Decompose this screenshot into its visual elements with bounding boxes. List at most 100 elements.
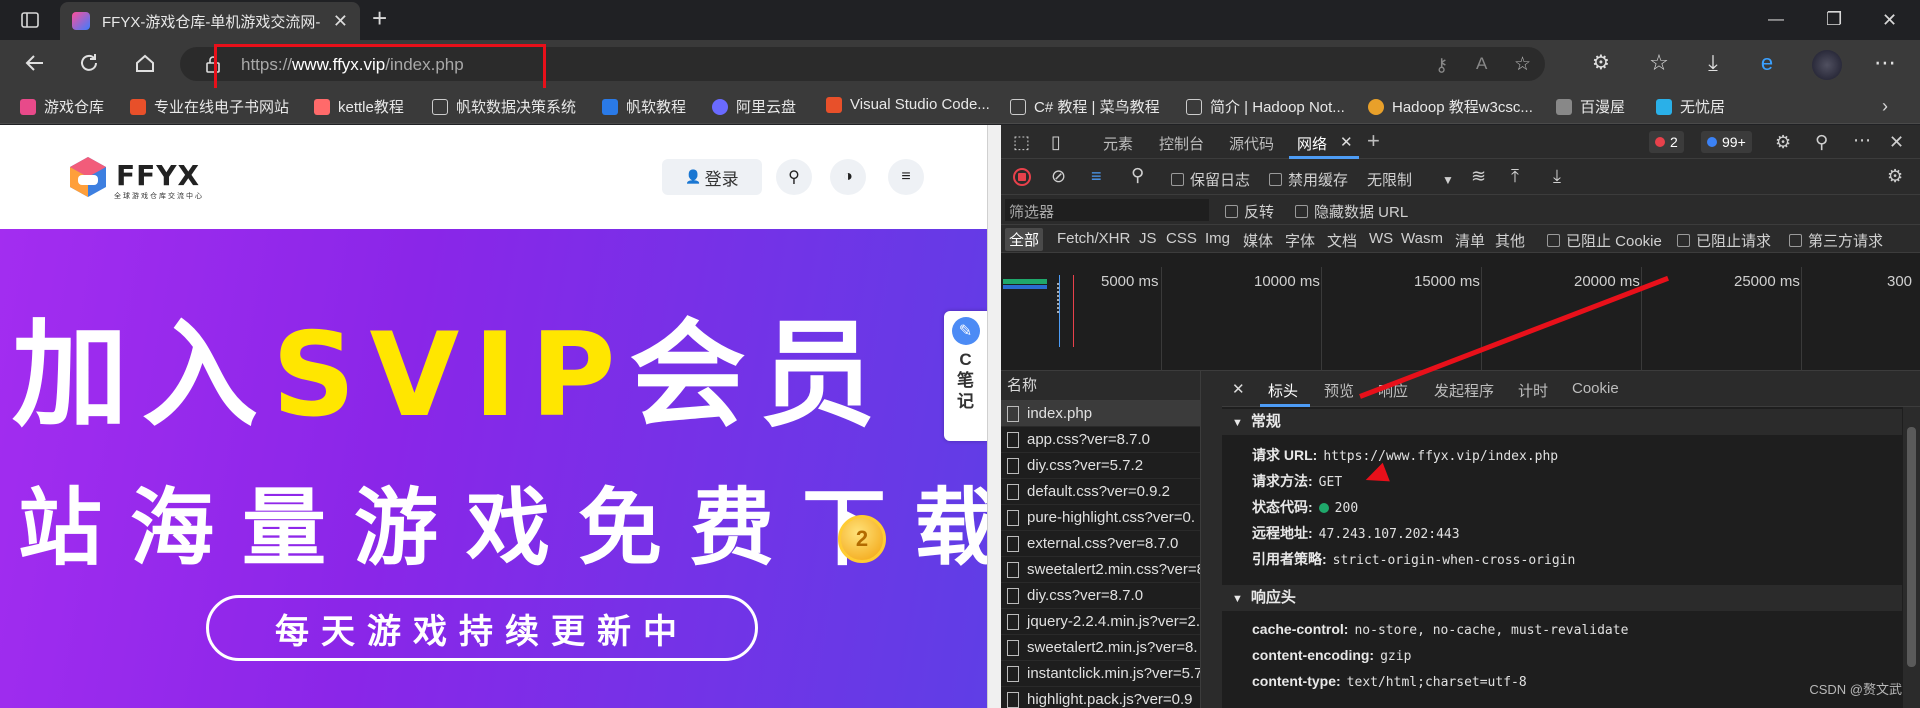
name-column-header[interactable]: 名称 [1001,371,1200,401]
device-emulation-icon[interactable]: ▯ [1051,133,1061,151]
request-row[interactable]: default.css?ver=0.9.2 [1001,479,1200,505]
filter-icon[interactable]: ≡ [1091,167,1102,185]
type-img[interactable]: Img [1205,230,1230,247]
message-count-badge[interactable]: 99+ [1701,131,1752,153]
bookmark-item[interactable]: 专业在线电子书网站 [130,96,289,117]
response-headers-section-header[interactable]: ▼ 响应头 [1222,585,1902,611]
request-row[interactable]: sweetalert2.min.js?ver=8. [1001,635,1200,661]
read-aloud-icon[interactable]: A [1476,54,1487,74]
detail-close-icon[interactable]: ✕ [1232,380,1245,398]
blocked-requests-checkbox[interactable]: 已阻止请求 [1677,230,1771,251]
type-font[interactable]: 字体 [1285,230,1315,251]
network-settings-icon[interactable]: ⚙ [1887,167,1903,185]
type-other[interactable]: 其他 [1495,230,1525,251]
hide-data-url-checkbox[interactable]: 隐藏数据 URL [1295,201,1408,222]
menu-button[interactable]: ≡ [888,159,924,195]
network-conditions-icon[interactable]: ≋ [1471,167,1486,185]
tab-preview[interactable]: 预览 [1324,380,1354,401]
bookmark-item[interactable]: 帆软数据决策系统 [432,96,576,117]
login-button[interactable]: 👤 登录 [662,159,762,195]
type-js[interactable]: JS [1139,230,1157,247]
search-button[interactable]: ⚲ [776,159,812,195]
devtools-splitter[interactable] [987,125,1001,708]
column-splitter[interactable] [1201,371,1222,708]
theme-toggle-button[interactable]: ◑ [830,159,866,195]
tab-network[interactable]: 网络 [1297,133,1327,154]
type-manifest[interactable]: 清单 [1455,230,1485,251]
tab-sources[interactable]: 源代码 [1229,133,1274,154]
request-row[interactable]: pure-highlight.css?ver=0. [1001,505,1200,531]
bookmark-item[interactable]: 阿里云盘 [712,96,796,117]
tab-network-close-icon[interactable]: ✕ [1340,133,1353,151]
type-media[interactable]: 媒体 [1243,230,1273,251]
more-options-icon[interactable]: ⋯ [1853,131,1871,149]
bookmarks-more-icon[interactable]: › [1882,96,1888,116]
back-arrow-icon[interactable] [22,52,48,78]
new-tab-button[interactable]: + [372,5,387,31]
inspect-element-icon[interactable]: ⬚ [1013,133,1030,151]
svip-banner[interactable]: 加入SVIP会员 站海量游戏免费下载 2 每天游戏持续更新中 [0,229,987,708]
tab-headers[interactable]: 标头 [1268,380,1298,401]
bookmark-item[interactable]: 无忧居 [1656,96,1725,117]
request-row[interactable]: jquery-2.2.4.min.js?ver=2. [1001,609,1200,635]
banner-pill-text[interactable]: 每天游戏持续更新中 [206,595,758,661]
bookmark-item[interactable]: 简介 | Hadoop Not... [1186,96,1345,117]
bookmark-item[interactable]: 百漫屋 [1556,96,1625,117]
download-har-icon[interactable]: ⤓ [1553,167,1561,185]
error-count-badge[interactable]: 2 [1649,131,1684,153]
clear-icon[interactable]: ⊘ [1051,167,1066,185]
request-row[interactable]: external.css?ver=8.7.0 [1001,531,1200,557]
request-row[interactable]: app.css?ver=8.7.0 [1001,427,1200,453]
settings-gear-icon[interactable]: ⚙ [1775,133,1791,151]
request-row[interactable]: diy.css?ver=8.7.0 [1001,583,1200,609]
scrollbar-thumb[interactable] [1907,427,1916,667]
upload-har-icon[interactable]: ⤒ [1511,167,1519,185]
bookmark-item[interactable]: kettle教程 [314,96,404,117]
close-window-button[interactable]: ✕ [1882,10,1897,30]
record-stop-icon[interactable] [1013,168,1031,186]
bookmark-item[interactable]: Hadoop 教程w3csc... [1368,96,1533,117]
favorites-icon[interactable]: ☆ [1646,52,1672,74]
type-css[interactable]: CSS [1166,230,1197,247]
edge-browser-icon[interactable]: e [1754,52,1780,74]
bookmark-item[interactable]: Visual Studio Code... [826,96,990,113]
c-note-widget[interactable]: ✎ C笔记 [944,311,987,441]
bookmark-item[interactable]: C# 教程 | 菜鸟教程 [1010,96,1160,117]
profile-avatar[interactable] [1812,50,1842,80]
downloads-icon[interactable]: ⤓ [1700,52,1726,74]
tab-cookies[interactable]: Cookie [1572,380,1619,397]
key-icon[interactable]: ⚷ [1435,55,1448,76]
type-fetch-xhr[interactable]: Fetch/XHR [1057,230,1130,247]
request-row[interactable]: index.php [1001,401,1200,427]
filter-input[interactable]: 筛选器 [1005,199,1209,221]
search-icon[interactable]: ⚲ [1131,166,1144,184]
request-row[interactable]: instantclick.min.js?ver=5.7 [1001,661,1200,687]
type-doc[interactable]: 文档 [1327,230,1357,251]
invert-checkbox[interactable]: 反转 [1225,201,1274,222]
third-party-checkbox[interactable]: 第三方请求 [1789,230,1883,251]
tab-actions-icon[interactable] [20,10,40,34]
tab-timing[interactable]: 计时 [1518,380,1548,401]
browser-tab[interactable]: FFYX-游戏仓库-单机游戏交流网- ✕ [60,2,360,40]
request-row[interactable]: diy.css?ver=5.7.2 [1001,453,1200,479]
preserve-log-checkbox[interactable]: 保留日志 [1171,169,1250,190]
add-panel-icon[interactable]: + [1367,128,1380,154]
tab-initiator[interactable]: 发起程序 [1434,380,1494,401]
bookmark-item[interactable]: 帆软教程 [602,96,686,117]
site-logo-text[interactable]: FFYX [116,159,200,192]
type-all[interactable]: 全部 [1005,228,1044,251]
type-ws[interactable]: WS [1369,230,1393,247]
tab-elements[interactable]: 元素 [1103,133,1133,154]
favorite-add-icon[interactable]: ☆ [1514,53,1531,76]
blocked-cookies-checkbox[interactable]: 已阻止 Cookie [1547,230,1662,251]
request-row[interactable]: sweetalert2.min.css?ver=8 [1001,557,1200,583]
throttle-select[interactable]: 无限制 ▼ [1367,169,1454,190]
network-timeline-overview[interactable] [1001,253,1920,371]
refresh-icon[interactable] [76,52,102,78]
minimize-button[interactable]: — [1768,10,1784,30]
customize-icon[interactable]: ⚲ [1815,133,1828,151]
extensions-icon[interactable]: ⚙ [1588,52,1614,74]
home-icon[interactable] [132,52,158,78]
detail-scrollbar[interactable] [1903,407,1920,708]
maximize-button[interactable]: ❐ [1826,9,1842,29]
